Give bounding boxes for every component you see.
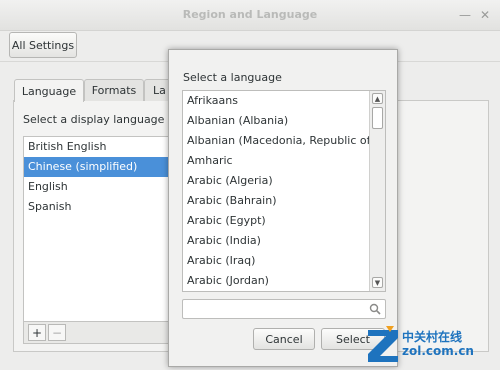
scroll-up-icon[interactable]: ▲ [372,93,383,104]
scrollbar[interactable]: ▲ ▼ [369,91,385,291]
minimize-icon[interactable]: — [458,8,472,22]
list-item-selected[interactable]: Chinese (simplified) [24,157,184,177]
list-item[interactable]: Arabic (Iraq) [183,251,385,271]
list-toolbar: + − [23,322,185,344]
titlebar: Region and Language — ✕ [0,0,500,31]
window-title: Region and Language [182,8,318,21]
close-icon[interactable]: ✕ [478,8,492,22]
search-field[interactable] [182,299,386,319]
list-item[interactable]: English [24,177,184,197]
watermark-url: zol.com.cn [402,344,474,358]
list-item[interactable]: British English [24,137,184,157]
dialog-label: Select a language [183,71,282,84]
remove-language-button[interactable]: − [48,324,66,341]
add-language-button[interactable]: + [28,324,46,341]
search-icon [369,303,381,315]
list-item[interactable]: Afrikaans [183,91,385,111]
display-language-list[interactable]: British English Chinese (simplified) Eng… [23,136,185,322]
language-list[interactable]: Afrikaans Albanian (Albania) Albanian (M… [182,90,386,292]
select-language-dialog: Select a language Afrikaans Albanian (Al… [168,49,398,367]
list-item[interactable]: Amharic [183,151,385,171]
list-item[interactable]: Arabic (Bahrain) [183,191,385,211]
list-item[interactable]: Arabic (Jordan) [183,271,385,291]
tab-language[interactable]: Language [14,79,84,102]
all-settings-button[interactable]: All Settings [9,32,77,58]
tab-formats[interactable]: Formats [84,79,144,101]
list-item[interactable]: Arabic (Egypt) [183,211,385,231]
scroll-down-icon[interactable]: ▼ [372,277,383,288]
list-item[interactable]: Arabic (India) [183,231,385,251]
list-item[interactable]: Albanian (Albania) [183,111,385,131]
list-item[interactable]: Spanish [24,197,184,217]
cancel-button[interactable]: Cancel [253,328,315,350]
watermark-cn: 中关村在线 [402,330,463,344]
list-item[interactable]: Albanian (Macedonia, Republic of) [183,131,385,151]
watermark: 中关村在线 zol.com.cn [366,320,500,370]
list-item[interactable]: Arabic (Algeria) [183,171,385,191]
search-input[interactable] [186,301,360,319]
scrollbar-thumb[interactable] [372,107,383,129]
zol-logo [368,326,398,362]
